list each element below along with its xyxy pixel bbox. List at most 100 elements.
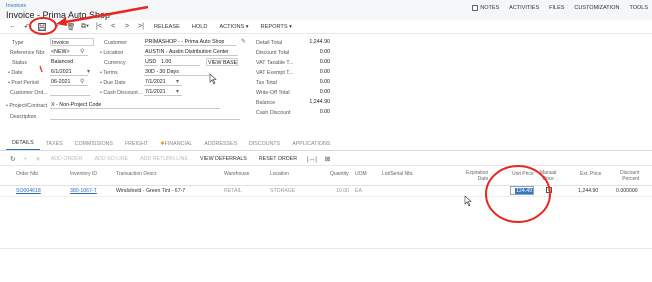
currency-rate-input[interactable]: 1.00 xyxy=(160,58,200,66)
undo-icon[interactable]: ↶ xyxy=(20,21,34,33)
project-input[interactable]: X - Non-Project Code xyxy=(50,101,220,109)
tax-total-label: Tax Total xyxy=(256,80,277,86)
tab-discounts[interactable]: DISCOUNTS xyxy=(243,141,286,150)
postperiod-search-icon[interactable]: ⚲ xyxy=(80,78,84,85)
tab-freight[interactable]: FREIGHT xyxy=(119,141,154,150)
col-order-nbr[interactable]: Order Nbr. xyxy=(16,171,39,178)
tab-financial-label: FINANCIAL xyxy=(164,141,193,147)
export-excel-icon[interactable]: ⊠ xyxy=(321,155,334,163)
first-record-icon[interactable]: |< xyxy=(92,21,106,33)
cashdiscount-dropdown-icon[interactable]: ▾ xyxy=(176,88,179,95)
row-inventory-id-link[interactable]: 380-1067-T xyxy=(70,188,97,194)
reset-order-button[interactable]: RESET ORDER xyxy=(253,156,303,162)
col-location[interactable]: Location xyxy=(270,171,289,178)
row-order-nbr-link[interactable]: SO004618 xyxy=(16,188,41,194)
refresh-icon[interactable]: ↻ xyxy=(6,155,19,163)
add-icon[interactable]: + xyxy=(50,21,64,33)
duedate-dropdown-icon[interactable]: ▾ xyxy=(176,78,179,85)
tools-link[interactable]: TOOLS xyxy=(629,5,648,11)
location-input[interactable]: AUSTIN - Austin Distribution Center xyxy=(144,48,238,56)
actions-menu[interactable]: ACTIONS ▾ xyxy=(213,24,254,30)
row-uom[interactable]: EA xyxy=(355,188,362,194)
customer-input[interactable]: PRIMASHOP - - Prima Auto Shop xyxy=(144,38,236,46)
row-warehouse[interactable]: RETAIL xyxy=(224,188,242,194)
edit-icon[interactable]: ✎ xyxy=(241,38,246,45)
col-discount-percent[interactable]: Discount Percent xyxy=(620,170,640,182)
delete-icon[interactable]: 🗑 xyxy=(64,21,78,33)
delete-row-icon[interactable]: ✕ xyxy=(31,155,44,163)
vat-taxable-value: 0.00 xyxy=(319,59,330,65)
view-base-button[interactable]: VIEW BASE xyxy=(206,58,238,66)
breadcrumb[interactable]: Invoices xyxy=(6,3,26,9)
customer-label: Customer xyxy=(104,40,127,46)
add-return-line-button[interactable]: ADD RETURN LINE xyxy=(134,156,194,162)
duedate-label-text: Due Date xyxy=(103,80,126,86)
row-manual-price-checkbox[interactable]: ✓ xyxy=(546,187,552,193)
date-input[interactable]: 6/1/2021 xyxy=(50,68,88,76)
row-ext-price[interactable]: 1,244.90 xyxy=(578,188,598,194)
col-unit-price[interactable]: Unit Price xyxy=(512,171,534,178)
row-discount-percent[interactable]: 0.000000 xyxy=(616,188,638,194)
grid-toolbar: ↻ + ✕ ADD ORDER ADD SO LINE ADD RETURN L… xyxy=(0,153,652,166)
document-tabs: DETAILS TAXES COMMISSIONS FREIGHT ✱FINAN… xyxy=(0,140,652,151)
terms-value: 30D - 30 Days xyxy=(145,69,179,75)
last-record-icon[interactable]: >| xyxy=(134,21,148,33)
col-quantity[interactable]: Quantity xyxy=(330,171,349,178)
add-so-line-button[interactable]: ADD SO LINE xyxy=(89,156,135,162)
location-label-text: Location xyxy=(103,50,124,56)
customerord-input[interactable] xyxy=(50,88,90,96)
activities-link[interactable]: ACTIVITIES xyxy=(509,5,539,11)
currency-input[interactable]: USD xyxy=(144,58,158,66)
copy-icon[interactable]: ⧉▾ xyxy=(78,21,92,33)
writeoff-value: 0.00 xyxy=(319,89,330,95)
add-row-icon[interactable]: + xyxy=(19,156,31,163)
add-order-button[interactable]: ADD ORDER xyxy=(45,156,89,162)
next-record-icon[interactable]: > xyxy=(120,21,134,33)
tab-financial[interactable]: ✱FINANCIAL xyxy=(154,141,198,150)
currency-value: USD xyxy=(145,59,157,65)
col-ext-price[interactable]: Ext. Price xyxy=(580,171,601,178)
tab-addresses[interactable]: ADDRESSES xyxy=(198,141,243,150)
row-location[interactable]: STORAGE xyxy=(270,188,295,194)
table-row[interactable]: SO004618 380-1067-T Windshield - Green T… xyxy=(0,186,652,197)
tab-commissions[interactable]: COMMISSIONS xyxy=(69,141,119,150)
col-discount-line2: Percent xyxy=(622,175,640,182)
release-button[interactable]: RELEASE xyxy=(148,24,186,30)
save-icon[interactable] xyxy=(34,21,50,33)
description-input[interactable] xyxy=(50,112,240,120)
row-transaction-descr[interactable]: Windshield - Green Tint - 67-7 xyxy=(116,188,185,194)
terms-input[interactable]: 30D - 30 Days xyxy=(144,68,210,76)
balance-label: Balance xyxy=(256,100,276,106)
notes-link[interactable]: NOTES xyxy=(472,5,499,11)
reports-menu[interactable]: REPORTS ▾ xyxy=(255,24,298,30)
view-deferrals-button[interactable]: VIEW DEFERRALS xyxy=(194,156,253,162)
previous-record-icon[interactable]: < xyxy=(106,21,120,33)
tab-taxes[interactable]: TAXES xyxy=(40,141,69,150)
files-link[interactable]: FILES xyxy=(549,5,564,11)
date-value: 6/1/2021 xyxy=(51,69,72,75)
col-lot-serial[interactable]: Lot/Serial Nbr. xyxy=(382,171,414,178)
hold-button[interactable]: HOLD xyxy=(186,24,214,30)
col-expiration-date[interactable]: Expiration Date xyxy=(466,170,489,182)
detail-total-label: Detail Total xyxy=(256,40,283,46)
row-quantity[interactable]: 10.00 xyxy=(336,188,349,194)
col-manual-price[interactable]: Manual Price xyxy=(540,170,556,182)
col-transaction-descr[interactable]: Transaction Descr. xyxy=(116,171,158,178)
col-inventory-id[interactable]: Inventory ID xyxy=(70,171,97,178)
fit-columns-icon[interactable]: |↔| xyxy=(303,156,321,163)
col-warehouse[interactable]: Warehouse xyxy=(224,171,249,178)
view-base-label: VIEW BASE xyxy=(208,60,238,66)
tab-applications[interactable]: APPLICATIONS xyxy=(286,141,336,150)
back-icon[interactable]: ← xyxy=(6,21,20,33)
calendar-icon[interactable]: ▾ xyxy=(87,68,90,75)
project-label: • Project/Contract xyxy=(6,103,48,109)
customization-link[interactable]: CUSTOMIZATION xyxy=(574,5,619,11)
writeoff-label: Write-Off Total xyxy=(256,90,290,96)
type-select[interactable]: Invoice xyxy=(50,38,94,46)
tab-details[interactable]: DETAILS xyxy=(6,140,40,150)
col-uom[interactable]: UOM xyxy=(355,171,367,178)
row-unit-price-input[interactable]: 124.49 xyxy=(510,186,534,195)
search-icon[interactable]: ⚲ xyxy=(80,48,84,55)
project-label-text: Project/Contract xyxy=(9,103,48,109)
col-expiration-line2: Date xyxy=(477,175,489,182)
